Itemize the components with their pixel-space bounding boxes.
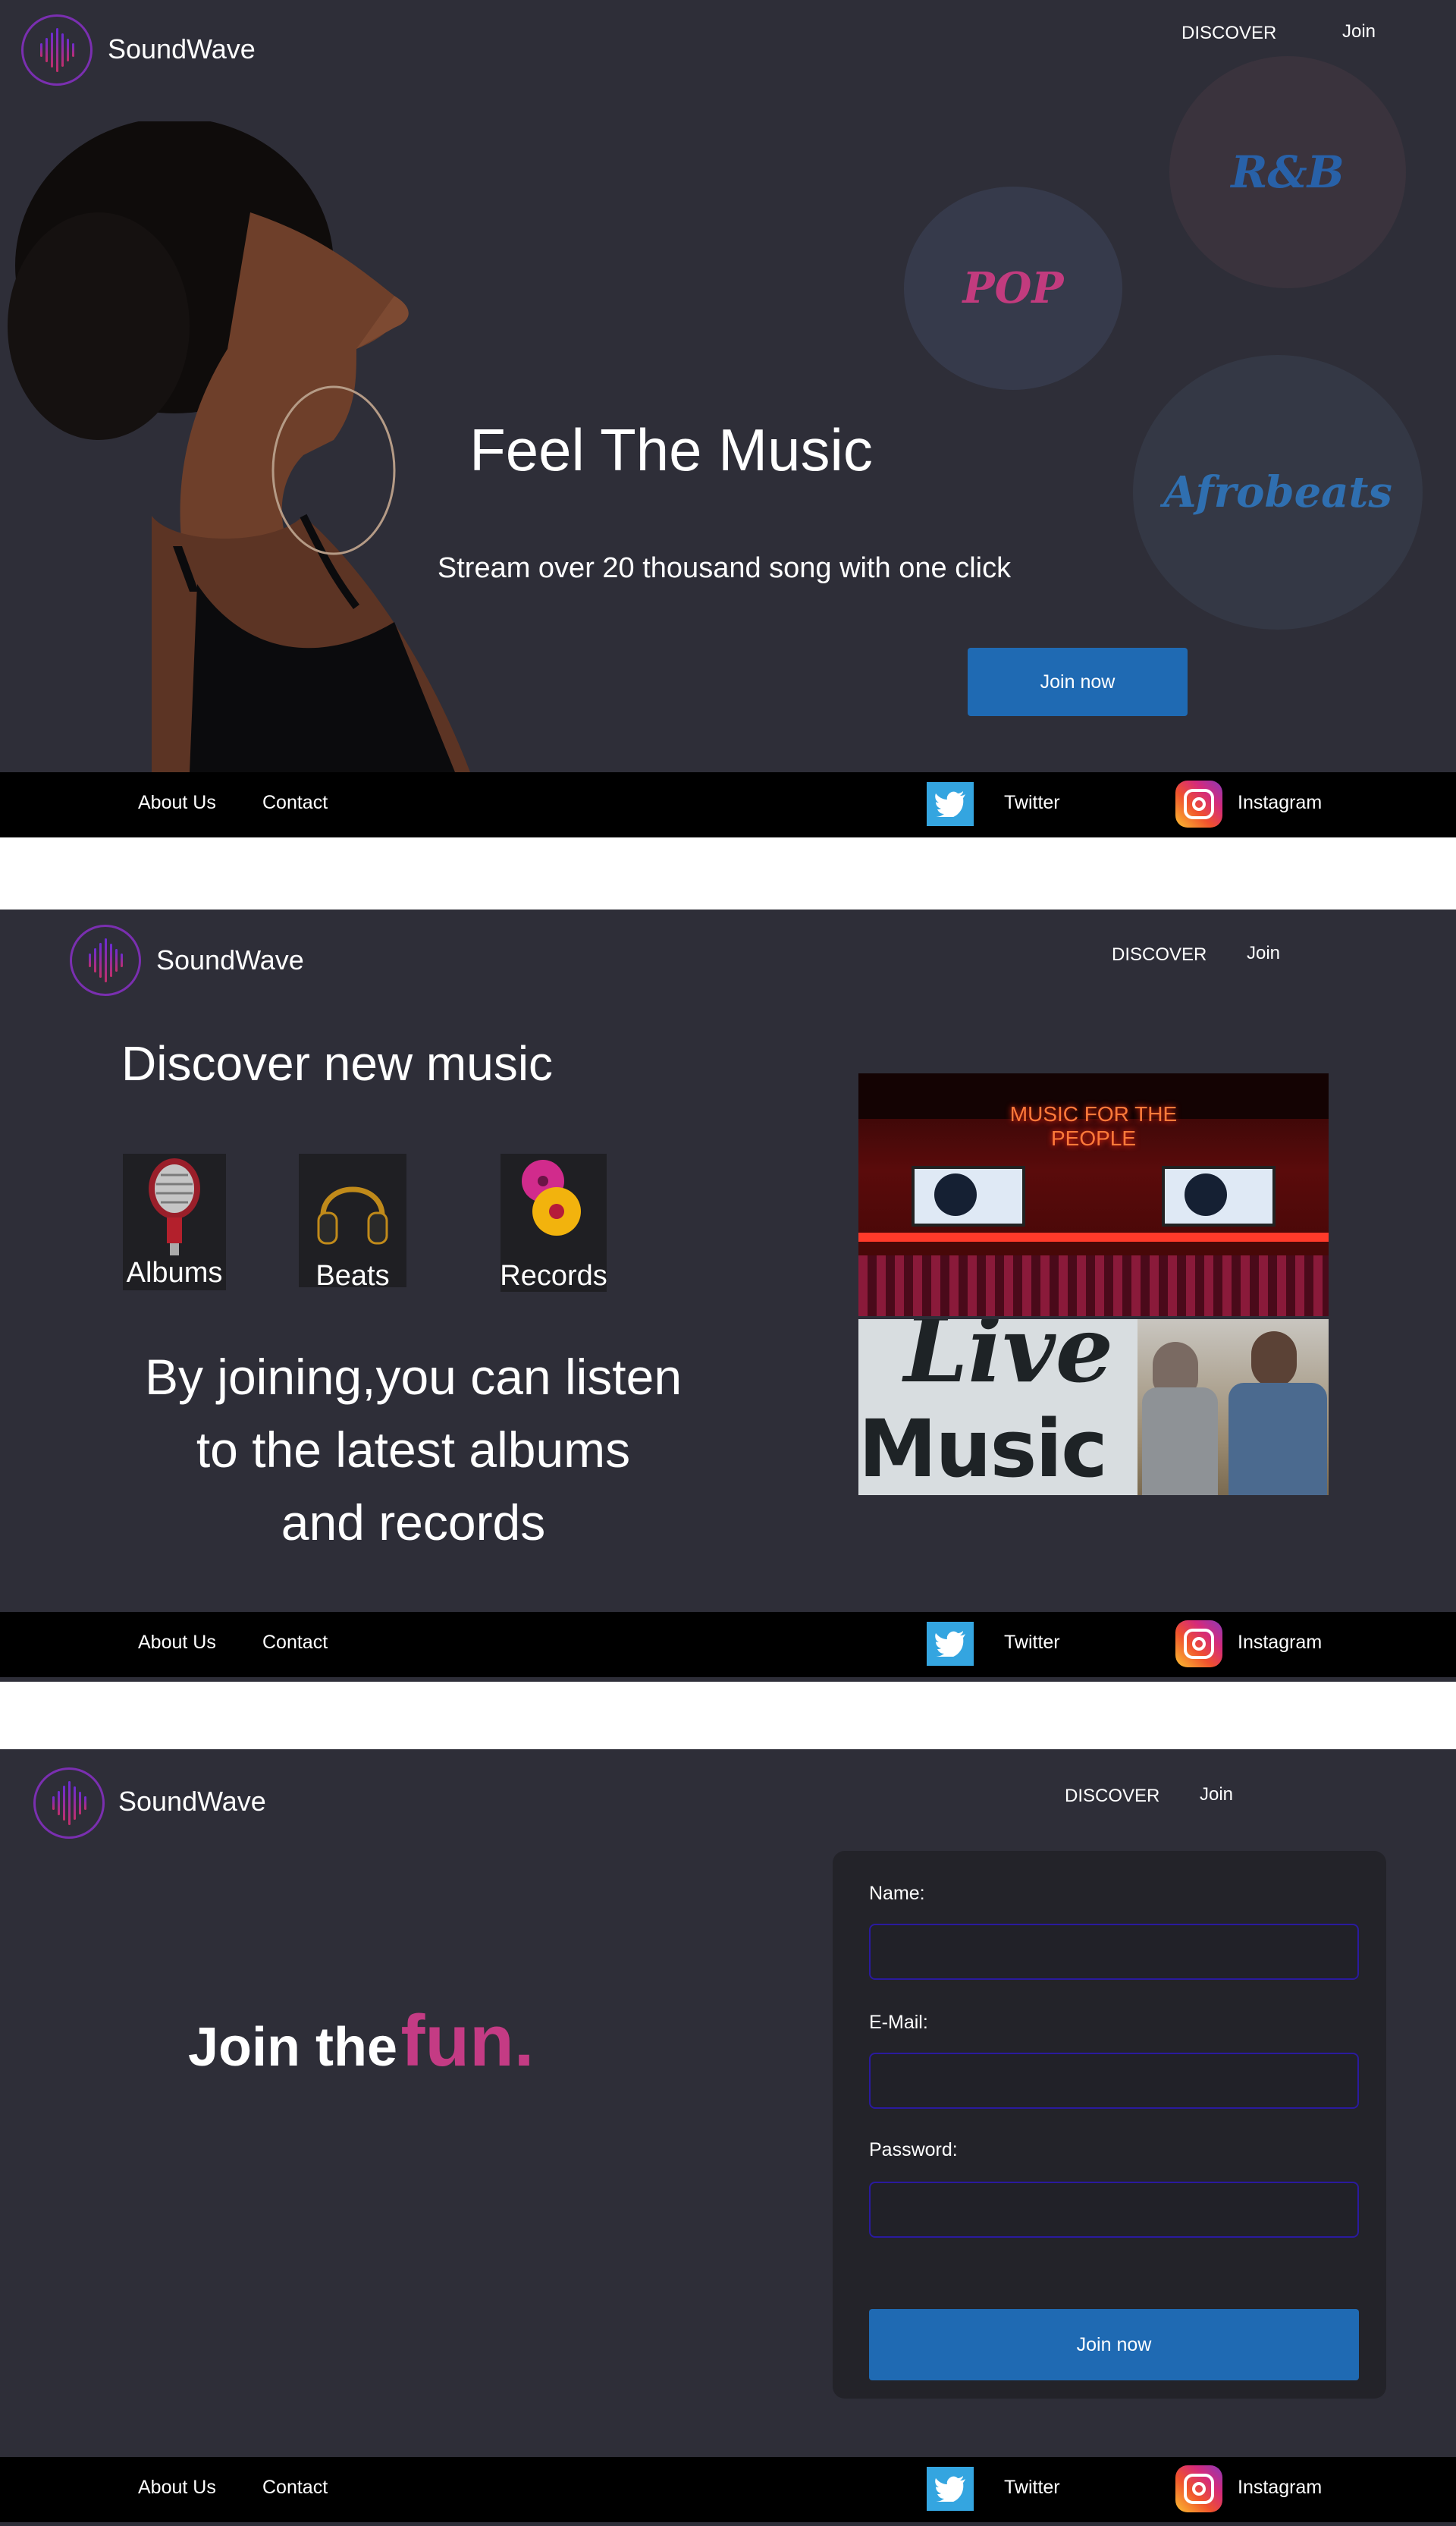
pitch-line-1: By joining,you can listen xyxy=(144,1349,682,1405)
footer-instagram-link[interactable]: Instagram xyxy=(1238,2477,1322,2499)
footer-contact-link[interactable]: Contact xyxy=(262,1632,328,1654)
nav-discover-link[interactable]: DISCOVER xyxy=(1181,23,1276,44)
name-label: Name: xyxy=(869,1883,925,1904)
soundwave-logo-icon[interactable] xyxy=(21,14,93,86)
section-divider xyxy=(0,1677,1456,1682)
instagram-icon[interactable] xyxy=(1175,2465,1222,2512)
password-field[interactable] xyxy=(869,2182,1359,2238)
instagram-icon[interactable] xyxy=(1175,1620,1222,1667)
pitch-line-2: to the latest albums xyxy=(196,1422,631,1478)
discover-pitch-text: By joining,you can listen to the latest … xyxy=(91,1340,736,1559)
footer-bar: About Us Contact Twitter Instagram xyxy=(0,2457,1456,2522)
footer-twitter-link[interactable]: Twitter xyxy=(1004,1632,1060,1654)
brand-name[interactable]: SoundWave xyxy=(156,944,304,976)
neon-bar-photo: MUSIC FOR THE PEOPLE xyxy=(858,1073,1329,1316)
twitter-icon[interactable] xyxy=(927,782,974,826)
signup-form-card: Name: E-Mail: Password: Join now xyxy=(833,1851,1386,2399)
join-headline-accent: fun. xyxy=(400,2000,535,2081)
nav-join-link[interactable]: Join xyxy=(1342,21,1376,42)
discover-section: SoundWave DISCOVER Join Discover new mus… xyxy=(0,910,1456,1612)
twitter-icon[interactable] xyxy=(927,1622,974,1666)
footer-contact-link[interactable]: Contact xyxy=(262,2477,328,2499)
microphone-icon xyxy=(149,1158,200,1255)
category-albums-label[interactable]: Albums xyxy=(123,1257,226,1290)
discover-title: Discover new music xyxy=(121,1036,554,1091)
page-bottom-strip xyxy=(0,2522,1456,2526)
category-beats-label[interactable]: Beats xyxy=(299,1260,406,1293)
footer-about-link[interactable]: About Us xyxy=(138,792,216,814)
headphones-icon xyxy=(317,1186,388,1245)
hero-section: SoundWave DISCOVER Join POP R&B Afrobeat… xyxy=(0,0,1456,772)
soundwave-logo-icon[interactable] xyxy=(70,925,141,996)
footer-instagram-link[interactable]: Instagram xyxy=(1238,1632,1322,1654)
email-field[interactable] xyxy=(869,2053,1359,2109)
genre-bubble-afrobeats[interactable]: Afrobeats xyxy=(1133,355,1423,630)
live-sign-text: Live xyxy=(904,1319,1114,1403)
music-sign-text: Music xyxy=(858,1403,1108,1495)
hero-subtitle: Stream over 20 thousand song with one cl… xyxy=(437,552,1012,584)
hero-woman-image xyxy=(8,121,470,772)
footer-bar: About Us Contact Twitter Instagram xyxy=(0,1612,1456,1677)
live-music-sign-photo: Live Music xyxy=(858,1319,1138,1495)
hero-join-now-button[interactable]: Join now xyxy=(968,648,1188,716)
join-section: SoundWave DISCOVER Join Join the fun. Na… xyxy=(0,1749,1456,2457)
nav-join-link[interactable]: Join xyxy=(1247,943,1280,964)
footer-contact-link[interactable]: Contact xyxy=(262,792,328,814)
nav-join-link[interactable]: Join xyxy=(1200,1784,1233,1805)
footer-bar: About Us Contact Twitter Instagram xyxy=(0,772,1456,837)
footer-twitter-link[interactable]: Twitter xyxy=(1004,792,1060,814)
vinyl-records-icon xyxy=(522,1160,581,1236)
instagram-icon[interactable] xyxy=(1175,781,1222,828)
signup-join-now-button[interactable]: Join now xyxy=(869,2309,1359,2380)
brand-name[interactable]: SoundWave xyxy=(118,1786,266,1818)
soundwave-logo-icon[interactable] xyxy=(33,1767,105,1839)
name-field[interactable] xyxy=(869,1924,1359,1980)
join-headline-text: Join the xyxy=(188,2017,398,2078)
genre-bubble-rnb[interactable]: R&B xyxy=(1169,56,1406,288)
hero-title: Feel The Music xyxy=(469,416,873,483)
twitter-icon[interactable] xyxy=(927,2467,974,2511)
email-label: E-Mail: xyxy=(869,2012,928,2033)
footer-about-link[interactable]: About Us xyxy=(138,1632,216,1654)
footer-instagram-link[interactable]: Instagram xyxy=(1238,792,1322,814)
nav-discover-link[interactable]: DISCOVER xyxy=(1065,1786,1159,1807)
brand-name[interactable]: SoundWave xyxy=(108,33,256,65)
footer-twitter-link[interactable]: Twitter xyxy=(1004,2477,1060,2499)
neon-sign-text: MUSIC FOR THE PEOPLE xyxy=(1009,1102,1178,1150)
category-records-label[interactable]: Records xyxy=(490,1260,617,1293)
genre-bubble-pop[interactable]: POP xyxy=(904,187,1122,390)
password-label: Password: xyxy=(869,2139,958,2160)
pitch-line-3: and records xyxy=(281,1494,546,1550)
nav-discover-link[interactable]: DISCOVER xyxy=(1112,944,1207,966)
musicians-photo xyxy=(1138,1319,1329,1495)
footer-about-link[interactable]: About Us xyxy=(138,2477,216,2499)
join-headline: Join the fun. xyxy=(188,2000,534,2083)
